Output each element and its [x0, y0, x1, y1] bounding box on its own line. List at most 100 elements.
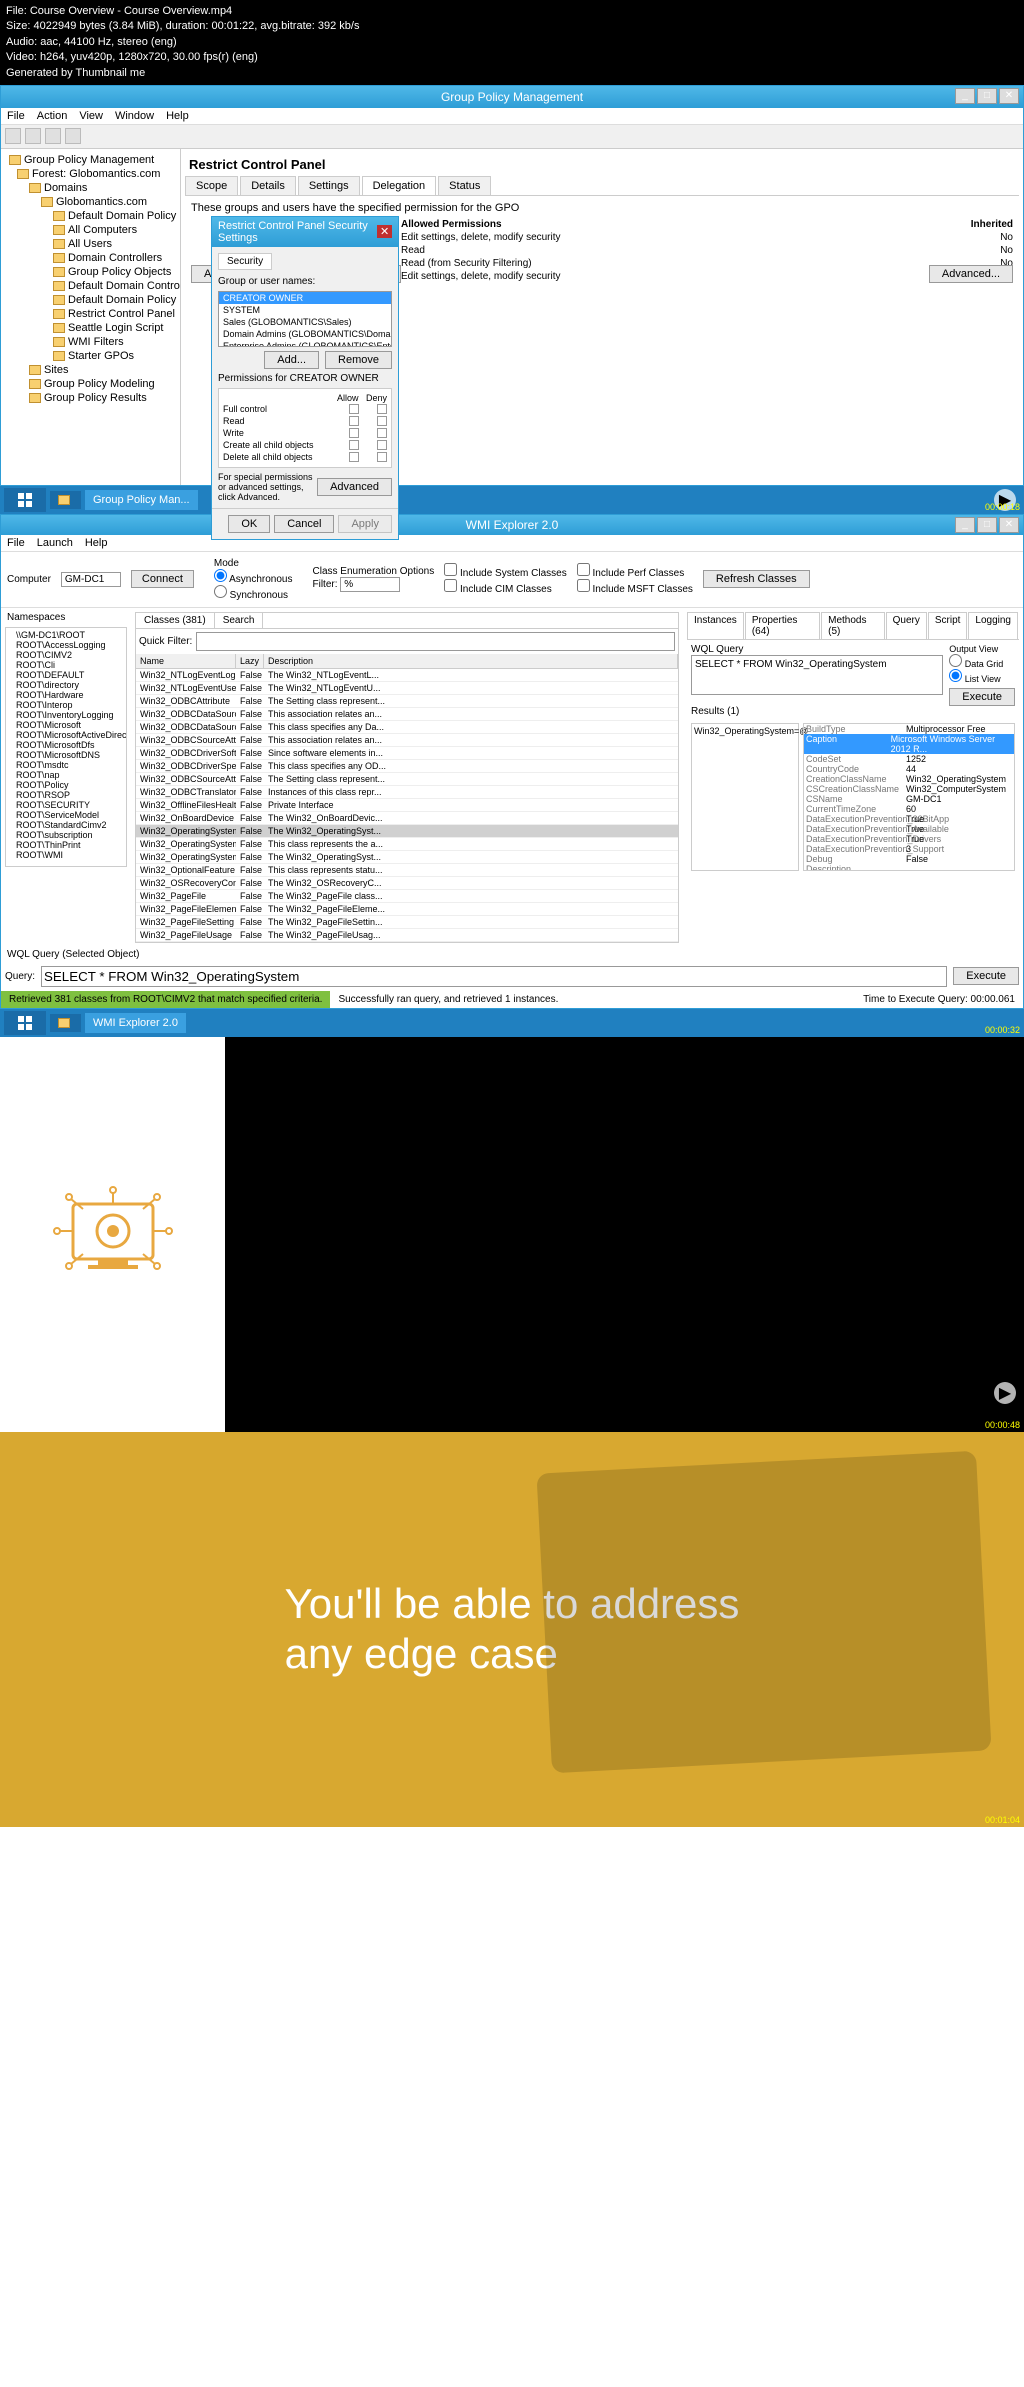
tree-item[interactable]: All Users	[5, 237, 176, 251]
property-row[interactable]: CodeSet1252	[804, 754, 1014, 764]
class-row[interactable]: Win32_OptionalFeatureFalseThis class rep…	[136, 864, 678, 877]
class-row[interactable]: Win32_PageFileUsageFalseThe Win32_PageFi…	[136, 929, 678, 942]
class-row[interactable]: Win32_ODBCDataSourceS...FalseThis class …	[136, 721, 678, 734]
namespace-item[interactable]: ROOT\Interop	[8, 700, 124, 710]
menu-file[interactable]: File	[7, 537, 25, 549]
classes-tab[interactable]: Classes (381)	[136, 613, 215, 628]
property-row[interactable]: DataExecutionPrevention_AvailableTrue	[804, 824, 1014, 834]
namespace-item[interactable]: ROOT\directory	[8, 680, 124, 690]
tree-item[interactable]: Group Policy Results	[5, 391, 176, 405]
security-tab[interactable]: Security	[218, 253, 272, 270]
class-row[interactable]: Win32_ODBCDataSourceA...FalseThis associ…	[136, 708, 678, 721]
user-sales[interactable]: Sales (GLOBOMANTICS\Sales)	[219, 316, 391, 328]
filter-input[interactable]	[340, 577, 400, 592]
tree-item[interactable]: Default Domain Policy	[5, 293, 176, 307]
property-row[interactable]: DataExecutionPrevention_Support3	[804, 844, 1014, 854]
permission-row[interactable]: Read	[223, 415, 387, 427]
gpm-tree[interactable]: Group Policy ManagementForest: Globomant…	[1, 149, 181, 485]
class-table[interactable]: Name Lazy Description Win32_NTLogEventLo…	[136, 654, 678, 942]
maximize-button[interactable]: □	[977, 517, 997, 533]
tab-delegation[interactable]: Delegation	[362, 176, 437, 195]
namespace-item[interactable]: ROOT\WMI	[8, 850, 124, 860]
tree-item[interactable]: Forest: Globomantics.com	[5, 167, 176, 181]
list-view-radio[interactable]: List View	[949, 674, 1000, 684]
tab-settings[interactable]: Settings	[298, 176, 360, 195]
tab-script[interactable]: Script	[928, 612, 968, 639]
remove-button[interactable]: Remove	[325, 351, 392, 369]
data-grid-radio[interactable]: Data Grid	[949, 659, 1003, 669]
user-domain-admins[interactable]: Domain Admins (GLOBOMANTICS\Domain Admin…	[219, 328, 391, 340]
class-row[interactable]: Win32_PageFileFalseThe Win32_PageFile cl…	[136, 890, 678, 903]
class-row[interactable]: Win32_ODBCDriverSoftwar...FalseSince sof…	[136, 747, 678, 760]
tree-item[interactable]: Domain Controllers	[5, 251, 176, 265]
user-creator-owner[interactable]: CREATOR OWNER	[219, 292, 391, 304]
user-system[interactable]: SYSTEM	[219, 304, 391, 316]
permission-row[interactable]: Full control	[223, 403, 387, 415]
class-row[interactable]: Win32_NTLogEventUserFalseThe Win32_NTLog…	[136, 682, 678, 695]
tree-item[interactable]: Globomantics.com	[5, 195, 176, 209]
menu-help[interactable]: Help	[166, 110, 189, 122]
menu-help[interactable]: Help	[85, 537, 108, 549]
inc-cim-check[interactable]: Include CIM Classes	[444, 584, 551, 595]
start-button[interactable]	[4, 488, 46, 512]
tab-status[interactable]: Status	[438, 176, 491, 195]
back-icon[interactable]	[5, 128, 21, 144]
namespace-item[interactable]: ROOT\DEFAULT	[8, 670, 124, 680]
add-button[interactable]: Add...	[264, 351, 319, 369]
col-lazy[interactable]: Lazy	[236, 654, 264, 668]
tree-item[interactable]: WMI Filters	[5, 335, 176, 349]
menu-action[interactable]: Action	[37, 110, 68, 122]
class-row[interactable]: Win32_ODBCSourceAttributeFalseThis assoc…	[136, 734, 678, 747]
tab-scope[interactable]: Scope	[185, 176, 238, 195]
inc-perf-check[interactable]: Include Perf Classes	[577, 568, 685, 579]
property-row[interactable]: CaptionMicrosoft Windows Server 2012 R..…	[804, 734, 1014, 754]
tree-item[interactable]: Sites	[5, 363, 176, 377]
ok-button[interactable]: OK	[228, 515, 270, 533]
namespace-item[interactable]: ROOT\MicrosoftActiveDirectory	[8, 730, 124, 740]
connect-button[interactable]: Connect	[131, 570, 194, 588]
taskbar-gpm[interactable]: Group Policy Man...	[85, 490, 198, 510]
property-row[interactable]: Description	[804, 864, 1014, 871]
explorer-icon[interactable]	[50, 491, 81, 509]
property-row[interactable]: CurrentTimeZone60	[804, 804, 1014, 814]
class-row[interactable]: Win32_OperatingSystemAut...FalseThis cla…	[136, 838, 678, 851]
tree-item[interactable]: Group Policy Objects	[5, 265, 176, 279]
search-tab[interactable]: Search	[215, 613, 264, 628]
namespace-item[interactable]: ROOT\InventoryLogging	[8, 710, 124, 720]
advanced-button[interactable]: Advanced...	[929, 265, 1013, 283]
class-row[interactable]: Win32_PageFileSettingFalseThe Win32_Page…	[136, 916, 678, 929]
menu-launch[interactable]: Launch	[37, 537, 73, 549]
namespace-item[interactable]: ROOT\subscription	[8, 830, 124, 840]
namespace-tree[interactable]: \\GM-DC1\ROOT ROOT\AccessLogging ROOT\CI…	[5, 627, 127, 867]
permission-row[interactable]: Delete all child objects	[223, 451, 387, 463]
class-row[interactable]: Win32_OnBoardDeviceFalseThe Win32_OnBoar…	[136, 812, 678, 825]
maximize-button[interactable]: □	[977, 88, 997, 104]
tree-item[interactable]: All Computers	[5, 223, 176, 237]
permission-row[interactable]: Create all child objects	[223, 439, 387, 451]
property-row[interactable]: DebugFalse	[804, 854, 1014, 864]
class-row[interactable]: Win32_OfflineFilesHealthFalsePrivate Int…	[136, 799, 678, 812]
advanced-button[interactable]: Advanced	[317, 478, 392, 496]
property-row[interactable]: CSCreationClassNameWin32_ComputerSystem	[804, 784, 1014, 794]
inc-msft-check[interactable]: Include MSFT Classes	[577, 584, 693, 595]
property-row[interactable]: DataExecutionPrevention_32BitAppTrue	[804, 814, 1014, 824]
col-name[interactable]: Name	[136, 654, 236, 668]
help-icon[interactable]	[65, 128, 81, 144]
namespace-item[interactable]: ROOT\msdtc	[8, 760, 124, 770]
apply-button[interactable]: Apply	[338, 515, 392, 533]
tree-item[interactable]: Starter GPOs	[5, 349, 176, 363]
namespace-item[interactable]: ROOT\RSOP	[8, 790, 124, 800]
result-item[interactable]: Win32_OperatingSystem=@	[694, 726, 796, 736]
tree-item[interactable]: Default Domain Controllers Policy	[5, 279, 176, 293]
namespace-item[interactable]: ROOT\Hardware	[8, 690, 124, 700]
minimize-button[interactable]: _	[955, 517, 975, 533]
taskbar-wmi[interactable]: WMI Explorer 2.0	[85, 1013, 186, 1033]
cancel-button[interactable]: Cancel	[274, 515, 334, 533]
async-radio[interactable]: Asynchronous	[214, 574, 293, 585]
forward-icon[interactable]	[25, 128, 41, 144]
close-button[interactable]: ✕	[999, 88, 1019, 104]
property-row[interactable]: CreationClassNameWin32_OperatingSystem	[804, 774, 1014, 784]
namespace-item[interactable]: ROOT\Policy	[8, 780, 124, 790]
col-description[interactable]: Description	[264, 654, 678, 668]
namespace-item[interactable]: ROOT\SECURITY	[8, 800, 124, 810]
